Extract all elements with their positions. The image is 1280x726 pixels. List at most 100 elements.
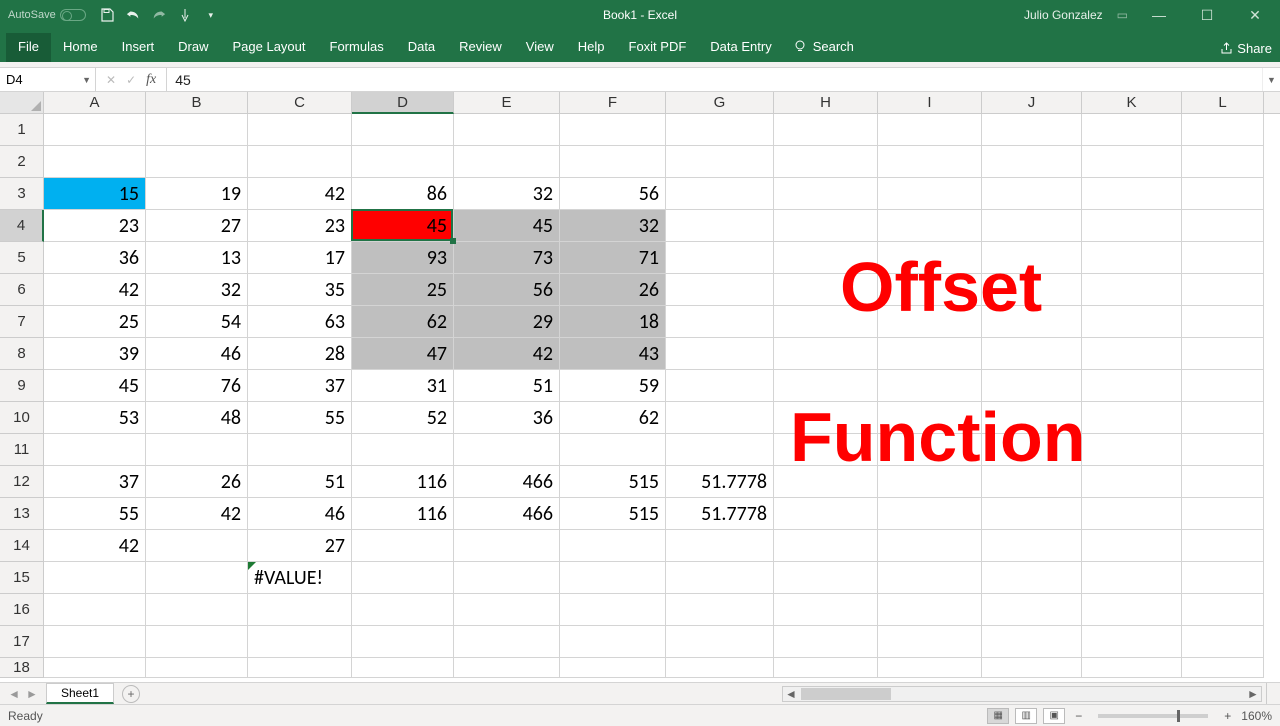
- row-header-7[interactable]: 7: [0, 306, 44, 338]
- cell-E1[interactable]: [454, 114, 560, 146]
- cell-F15[interactable]: [560, 562, 666, 594]
- cell-B12[interactable]: 26: [146, 466, 248, 498]
- cell-F6[interactable]: 26: [560, 274, 666, 306]
- cell-H11[interactable]: [774, 434, 878, 466]
- row-header-1[interactable]: 1: [0, 114, 44, 146]
- cell-E2[interactable]: [454, 146, 560, 178]
- row-header-13[interactable]: 13: [0, 498, 44, 530]
- cell-H4[interactable]: [774, 210, 878, 242]
- cell-K8[interactable]: [1082, 338, 1182, 370]
- cell-C9[interactable]: 37: [248, 370, 352, 402]
- cell-A11[interactable]: [44, 434, 146, 466]
- cell-J8[interactable]: [982, 338, 1082, 370]
- cell-C7[interactable]: 63: [248, 306, 352, 338]
- touch-mode-icon[interactable]: [178, 8, 192, 22]
- cell-C16[interactable]: [248, 594, 352, 626]
- cell-H17[interactable]: [774, 626, 878, 658]
- cell-B15[interactable]: [146, 562, 248, 594]
- col-header-A[interactable]: A: [44, 92, 146, 113]
- scroll-right-icon[interactable]: ►: [1245, 687, 1261, 701]
- cell-B6[interactable]: 32: [146, 274, 248, 306]
- zoom-out-button[interactable]: −: [1071, 709, 1086, 723]
- cell-I7[interactable]: [878, 306, 982, 338]
- cell-H7[interactable]: [774, 306, 878, 338]
- cell-E18[interactable]: [454, 658, 560, 678]
- cell-A7[interactable]: 25: [44, 306, 146, 338]
- cell-F10[interactable]: 62: [560, 402, 666, 434]
- menu-formulas[interactable]: Formulas: [318, 33, 396, 62]
- cell-E11[interactable]: [454, 434, 560, 466]
- cell-A5[interactable]: 36: [44, 242, 146, 274]
- scroll-thumb[interactable]: [801, 688, 891, 700]
- cell-C13[interactable]: 46: [248, 498, 352, 530]
- cell-E13[interactable]: 466: [454, 498, 560, 530]
- cell-H9[interactable]: [774, 370, 878, 402]
- add-sheet-button[interactable]: +: [122, 685, 140, 703]
- cell-A6[interactable]: 42: [44, 274, 146, 306]
- cell-B16[interactable]: [146, 594, 248, 626]
- sheet-tab-active[interactable]: Sheet1: [46, 683, 114, 704]
- cell-A8[interactable]: 39: [44, 338, 146, 370]
- cell-I11[interactable]: [878, 434, 982, 466]
- cell-J11[interactable]: [982, 434, 1082, 466]
- close-button[interactable]: ✕: [1238, 7, 1272, 24]
- cell-D1[interactable]: [352, 114, 454, 146]
- cell-C10[interactable]: 55: [248, 402, 352, 434]
- row-header-18[interactable]: 18: [0, 658, 44, 678]
- cell-I16[interactable]: [878, 594, 982, 626]
- cell-E12[interactable]: 466: [454, 466, 560, 498]
- cell-I5[interactable]: [878, 242, 982, 274]
- enter-formula-icon[interactable]: ✓: [126, 73, 136, 87]
- cell-D7[interactable]: 62: [352, 306, 454, 338]
- cell-D13[interactable]: 116: [352, 498, 454, 530]
- cell-G14[interactable]: [666, 530, 774, 562]
- cell-F5[interactable]: 71: [560, 242, 666, 274]
- cell-L10[interactable]: [1182, 402, 1264, 434]
- col-header-D[interactable]: D: [352, 92, 454, 114]
- cell-D6[interactable]: 25: [352, 274, 454, 306]
- cell-D3[interactable]: 86: [352, 178, 454, 210]
- ribbon-display-icon[interactable]: ▭: [1117, 8, 1128, 22]
- row-header-12[interactable]: 12: [0, 466, 44, 498]
- col-header-I[interactable]: I: [878, 92, 982, 113]
- row-header-2[interactable]: 2: [0, 146, 44, 178]
- cell-C5[interactable]: 17: [248, 242, 352, 274]
- cell-E3[interactable]: 32: [454, 178, 560, 210]
- scroll-left-icon[interactable]: ◄: [783, 687, 799, 701]
- cell-L4[interactable]: [1182, 210, 1264, 242]
- sheet-nav[interactable]: ◄►: [0, 687, 46, 701]
- cell-E6[interactable]: 56: [454, 274, 560, 306]
- cell-H10[interactable]: [774, 402, 878, 434]
- cell-E8[interactable]: 42: [454, 338, 560, 370]
- cell-K2[interactable]: [1082, 146, 1182, 178]
- view-normal-icon[interactable]: ▦: [987, 708, 1009, 724]
- cell-B10[interactable]: 48: [146, 402, 248, 434]
- cell-J14[interactable]: [982, 530, 1082, 562]
- cell-A17[interactable]: [44, 626, 146, 658]
- cell-G3[interactable]: [666, 178, 774, 210]
- cell-F4[interactable]: 32: [560, 210, 666, 242]
- cell-F3[interactable]: 56: [560, 178, 666, 210]
- cell-J6[interactable]: [982, 274, 1082, 306]
- cell-I1[interactable]: [878, 114, 982, 146]
- cell-K14[interactable]: [1082, 530, 1182, 562]
- cell-J18[interactable]: [982, 658, 1082, 678]
- zoom-level[interactable]: 160%: [1241, 709, 1272, 723]
- cell-K13[interactable]: [1082, 498, 1182, 530]
- cell-A12[interactable]: 37: [44, 466, 146, 498]
- cell-A14[interactable]: 42: [44, 530, 146, 562]
- cell-G11[interactable]: [666, 434, 774, 466]
- tell-me-search[interactable]: Search: [784, 33, 864, 62]
- sheet-next-icon[interactable]: ►: [26, 687, 38, 701]
- cell-A15[interactable]: [44, 562, 146, 594]
- formula-expand-icon[interactable]: ▼: [1262, 68, 1280, 91]
- cell-H5[interactable]: [774, 242, 878, 274]
- cell-J1[interactable]: [982, 114, 1082, 146]
- name-box[interactable]: D4 ▼: [0, 68, 96, 91]
- cell-J17[interactable]: [982, 626, 1082, 658]
- menu-review[interactable]: Review: [447, 33, 514, 62]
- zoom-slider[interactable]: [1098, 714, 1208, 718]
- cell-E15[interactable]: [454, 562, 560, 594]
- cell-K15[interactable]: [1082, 562, 1182, 594]
- col-header-J[interactable]: J: [982, 92, 1082, 113]
